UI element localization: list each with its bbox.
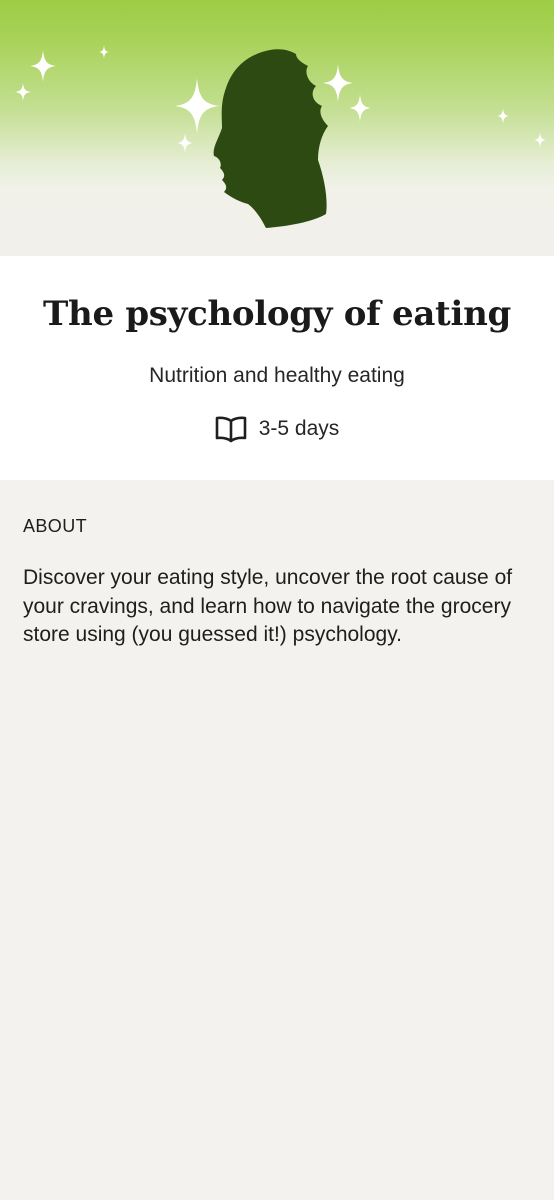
- course-category: Nutrition and healthy eating: [149, 364, 405, 387]
- hero-illustration: [15, 45, 546, 228]
- sparkle-icon: [497, 108, 509, 124]
- sparkle-icon: [15, 83, 31, 101]
- sparkle-icon: [323, 64, 353, 102]
- course-header-card: The psychology of eating Nutrition and h…: [0, 256, 554, 480]
- about-section: ABOUT Discover your eating style, uncove…: [23, 480, 531, 650]
- head-silhouette-icon: [213, 49, 328, 228]
- about-description: Discover your eating style, uncover the …: [23, 566, 513, 646]
- hero-banner: [0, 0, 554, 256]
- sparkle-icon: [534, 132, 546, 148]
- sparkle-icon: [30, 50, 56, 82]
- sparkle-icon: [175, 78, 219, 134]
- sparkle-icon: [349, 94, 371, 122]
- about-heading: ABOUT: [23, 516, 88, 536]
- duration-label: 3-5 days: [258, 417, 340, 440]
- sparkle-icon: [99, 45, 109, 59]
- course-duration: 3-5 days: [0, 414, 554, 444]
- course-title: The psychology of eating: [43, 294, 511, 334]
- open-book-icon: [215, 414, 247, 444]
- sparkle-icon: [177, 133, 193, 153]
